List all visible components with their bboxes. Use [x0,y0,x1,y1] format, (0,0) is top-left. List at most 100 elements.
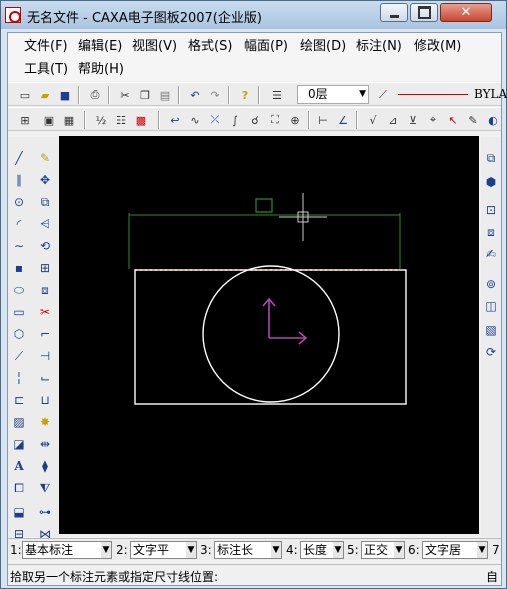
line-icon[interactable]: ╱ [10,149,28,167]
explode-icon[interactable]: ✸ [36,413,54,431]
menu-sheet[interactable]: 幅面(P) [244,37,288,57]
view-edit-icon[interactable]: ✍ [482,245,500,263]
view-previous-icon[interactable]: ⧈ [482,223,500,241]
balloon-icon[interactable]: ◐ [484,111,502,129]
leader-icon[interactable]: ↖ [444,111,462,129]
break-icon[interactable]: ⤫ [206,111,224,129]
arc-icon[interactable]: ◜ [10,215,28,233]
stretch-icon[interactable]: ⇹ [36,435,54,453]
close-button[interactable]: ✕ [440,3,492,22]
cut-icon[interactable]: ✂ [116,86,134,104]
redo-icon[interactable]: ↷ [206,86,224,104]
grid-icon[interactable]: ⊞ [16,111,34,129]
curve-icon[interactable]: ∫ [226,111,244,129]
centerline-icon[interactable]: ╎ [10,369,28,387]
print-icon[interactable]: ⎙ [86,86,104,104]
measure-icon[interactable]: ⊶ [36,503,54,521]
menu-modify[interactable]: 修改(M) [414,37,461,57]
menu-tools[interactable]: 工具(T) [24,60,68,80]
drawing-canvas[interactable] [59,136,479,534]
help-icon[interactable]: ? [236,86,254,104]
paste-icon[interactable]: ▤ [156,86,174,104]
view-window-icon[interactable]: ⊡ [482,201,500,219]
copy-icon[interactable]: ❐ [136,86,154,104]
linetype-icon[interactable]: ⟋ [374,86,392,104]
rectangle-icon[interactable]: ▭ [10,303,28,321]
weld-icon[interactable]: ⊻ [404,111,422,129]
layer-select[interactable]: 0层 ▼ [297,85,369,104]
minimize-button[interactable] [380,3,408,22]
option-text-position[interactable]: 文字居 ▼ [422,541,488,559]
break-line-icon[interactable]: ⊔ [36,391,54,409]
menu-draw[interactable]: 绘图(D) [300,37,346,57]
mirror-icon[interactable]: ⩤ [36,215,54,233]
trim-icon[interactable]: ✂ [36,303,54,321]
maximize-button[interactable] [410,3,438,22]
fill-icon[interactable]: ◪ [10,435,28,453]
text-icon[interactable]: A [10,457,28,475]
status-mode[interactable]: 自 [486,568,498,585]
ellipse-icon[interactable]: ⬭ [10,281,28,299]
copy-object-icon[interactable]: ⧉ [36,193,54,211]
linetype-value[interactable]: BYLAY [474,87,507,101]
insert-image-icon[interactable]: ⬓ [10,503,28,521]
menu-edit[interactable]: 编辑(E) [78,37,122,57]
option-dimension-type[interactable]: 基本标注 ▼ [22,541,112,559]
spline-icon[interactable]: ∼ [10,237,28,255]
new-file-icon[interactable]: ▭ [16,86,34,104]
hatch-icon[interactable]: ⛶ [266,111,284,129]
polygon-icon[interactable]: ⬡ [10,325,28,343]
layer-icon[interactable]: ☰ [268,86,286,104]
roughness-icon[interactable]: √ [364,111,382,129]
chamfer-icon[interactable]: ⌙ [36,369,54,387]
menu-format[interactable]: 格式(S) [188,37,232,57]
option-length-mode[interactable]: 长度 ▼ [300,541,344,559]
frame-icon[interactable]: ▣ [40,111,58,129]
zoom-window-icon[interactable]: ▧ [482,321,500,339]
redraw-icon[interactable]: ⟳ [482,343,500,361]
rotate-icon[interactable]: ⟲ [36,237,54,255]
layer-tool-icon[interactable]: ⧫ [36,457,54,475]
option-orthogonal[interactable]: 正交 ▼ [361,541,405,559]
block-icon[interactable]: ⧠ [10,479,28,497]
option-dimension-length[interactable]: 标注长 ▼ [214,541,282,559]
equidistant-icon[interactable]: ⊏ [10,391,28,409]
extend-icon[interactable]: ⊣ [36,347,54,365]
menu-view[interactable]: 视图(V) [132,37,177,57]
center-icon[interactable]: ⊕ [286,111,304,129]
parts-list-icon[interactable]: ☷ [112,111,130,129]
title-bar[interactable]: 无名文件 - CAXA电子图板2007(企业版) ✕ [1,1,506,29]
chain-icon[interactable]: ☌ [246,111,264,129]
view-pan-icon[interactable]: ⧉ [482,149,500,167]
wave-icon[interactable]: ∿ [186,111,204,129]
format-brush-icon[interactable]: ⧨ [36,479,54,497]
datum-icon[interactable]: ⊿ [384,111,402,129]
polyline-icon[interactable]: ⟋ [10,347,28,365]
title-block-icon[interactable]: ▦ [60,111,78,129]
fillet-icon[interactable]: ⌐ [36,325,54,343]
cube-icon[interactable]: ⬢ [482,173,500,191]
menu-dimension[interactable]: 标注(N) [356,37,402,57]
dimension-icon[interactable]: ⊢ [314,111,332,129]
zoom-icon[interactable]: ⊚ [482,275,500,293]
dimension-text-icon[interactable]: ½ [92,111,110,129]
angle-dimension-icon[interactable]: ∠ [334,111,352,129]
parallel-line-icon[interactable]: ∥ [10,171,28,189]
zoom-all-icon[interactable]: ◫ [482,297,500,315]
move-icon[interactable]: ✥ [36,171,54,189]
array-icon[interactable]: ⊞ [36,259,54,277]
point-icon[interactable]: ▪ [10,259,28,277]
option-text-direction[interactable]: 文字平 ▼ [130,541,197,559]
save-icon[interactable]: ■ [56,86,74,104]
library-icon[interactable]: ▩ [132,111,150,129]
text-edit-icon[interactable]: ✎ [464,111,482,129]
menu-help[interactable]: 帮助(H) [78,60,124,80]
undo-icon[interactable]: ↶ [186,86,204,104]
open-folder-icon[interactable]: ▰ [36,86,54,104]
hook-icon[interactable]: ↩ [166,111,184,129]
hatch-pattern-icon[interactable]: ▨ [10,413,28,431]
pencil-icon[interactable]: ✎ [36,149,54,167]
menu-file[interactable]: 文件(F) [24,37,68,57]
tolerance-icon[interactable]: ⌖ [424,111,442,129]
scale-icon[interactable]: ⧈ [36,281,54,299]
